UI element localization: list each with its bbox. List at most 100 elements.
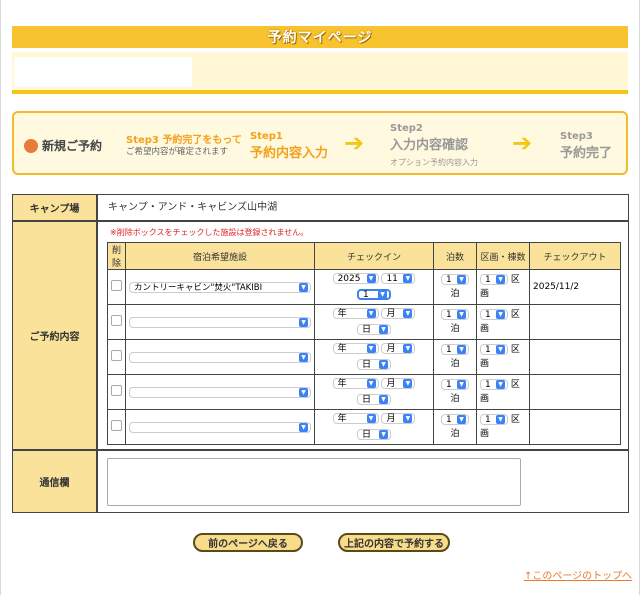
checkout-cell [529, 409, 621, 445]
facility-cell: ▼ [125, 339, 315, 375]
page-top-link[interactable]: ↑このページのトップへ [524, 567, 632, 582]
chevron-down-icon: ▼ [299, 422, 308, 432]
day-select[interactable]: 日 ▼ [357, 429, 391, 440]
step3-label: 予約完了 [560, 146, 613, 161]
step1: Step1 予約内容入力 [250, 131, 328, 161]
delete-checkbox[interactable] [111, 385, 122, 396]
day-select[interactable]: 1 ▼ [357, 289, 391, 300]
facility-select[interactable]: ▼ [129, 351, 311, 363]
year-select[interactable]: 年 ▼ [332, 308, 379, 319]
nights-select[interactable]: 1 ▼ [441, 344, 469, 355]
new-reservation-icon [24, 138, 38, 153]
units-value: 1 [485, 309, 491, 320]
units-value: 1 [485, 379, 491, 390]
nights-value: 1 [446, 344, 452, 355]
day-value: 日 [362, 394, 372, 405]
chevron-down-icon: ▼ [403, 274, 413, 283]
nights-select[interactable]: 1 ▼ [441, 379, 469, 390]
facility-select[interactable]: ▼ [129, 421, 311, 433]
step-indicator: 新規ご予約 Step3 予約完了をもって ご希望内容が確定されます Step1 … [12, 111, 628, 175]
units-cell: 1 ▼ 区画 [476, 339, 530, 375]
units-select[interactable]: 1 ▼ [480, 344, 508, 355]
year-select[interactable]: 年 ▼ [332, 343, 379, 354]
month-select[interactable]: 月 ▼ [381, 343, 416, 354]
chevron-down-icon: ▼ [496, 415, 505, 424]
col-checkout: チェックアウト [529, 242, 621, 270]
nights-select[interactable]: 1 ▼ [441, 274, 469, 285]
delete-cell [107, 269, 126, 305]
chevron-down-icon: ▼ [457, 345, 466, 354]
delete-cell [107, 339, 126, 375]
delete-checkbox[interactable] [111, 315, 122, 326]
table-row: ▼ 年 ▼ 月 ▼ 日 ▼ 1 ▼ 泊 1 ▼ 区画 [107, 374, 621, 410]
day-select[interactable]: 日 ▼ [357, 324, 391, 335]
checkin-cell: 2025 ▼ 11 ▼ 1 ▼ [314, 269, 434, 305]
nights-cell: 1 ▼ 泊 [433, 269, 477, 305]
chevron-down-icon: ▼ [379, 325, 388, 334]
header-blank-box [14, 57, 192, 87]
arrow-right-icon: ➔ [512, 129, 533, 157]
chevron-down-icon: ▼ [457, 380, 466, 389]
month-select[interactable]: 11 ▼ [381, 273, 416, 284]
message-textarea[interactable] [107, 458, 521, 506]
col-checkin: チェックイン [314, 242, 434, 270]
chevron-down-icon: ▼ [378, 290, 387, 299]
year-select[interactable]: 年 ▼ [332, 413, 379, 424]
month-select[interactable]: 月 ▼ [381, 413, 416, 424]
month-select[interactable]: 月 ▼ [381, 378, 416, 389]
month-value: 月 [386, 343, 396, 354]
delete-checkbox[interactable] [111, 350, 122, 361]
year-value: 年 [337, 378, 347, 389]
checkin-cell: 年 ▼ 月 ▼ 日 ▼ [314, 374, 434, 410]
year-value: 年 [337, 308, 347, 319]
table-header: 削除 宿泊希望施設 チェックイン 泊数 区画・棟数 チェックアウト [107, 242, 621, 270]
day-select[interactable]: 日 ▼ [357, 359, 391, 370]
facility-value: カントリーキャビン"焚火"TAKIBI [134, 283, 263, 293]
step1-label: 予約内容入力 [250, 146, 329, 161]
chevron-down-icon: ▼ [299, 282, 308, 292]
nights-value: 1 [446, 309, 452, 320]
header-divider [12, 90, 628, 94]
step-note-line2: ご希望内容が確定されます [126, 147, 229, 157]
chevron-down-icon: ▼ [496, 275, 505, 284]
units-select[interactable]: 1 ▼ [480, 414, 508, 425]
chevron-down-icon: ▼ [403, 379, 413, 388]
delete-checkbox[interactable] [111, 280, 122, 291]
facility-select[interactable]: カントリーキャビン"焚火"TAKIBI ▼ [129, 281, 311, 293]
page-title: 予約マイページ [267, 30, 373, 46]
back-button[interactable]: 前のページへ戻る [193, 533, 303, 552]
month-select[interactable]: 月 ▼ [381, 308, 416, 319]
year-select[interactable]: 年 ▼ [332, 378, 379, 389]
col-facility: 宿泊希望施設 [125, 242, 315, 270]
units-cell: 1 ▼ 区画 [476, 374, 530, 410]
reservation-table: 削除 宿泊希望施設 チェックイン 泊数 区画・棟数 チェックアウト カントリーキ… [107, 242, 621, 445]
facility-select[interactable]: ▼ [129, 316, 311, 328]
nights-select[interactable]: 1 ▼ [441, 414, 469, 425]
units-select[interactable]: 1 ▼ [480, 379, 508, 390]
year-select[interactable]: 2025 ▼ [332, 273, 379, 284]
checkin-cell: 年 ▼ 月 ▼ 日 ▼ [314, 304, 434, 340]
checkout-cell [529, 339, 621, 375]
chevron-down-icon: ▼ [457, 415, 466, 424]
facility-cell: ▼ [125, 409, 315, 445]
chevron-down-icon: ▼ [496, 345, 505, 354]
units-select[interactable]: 1 ▼ [480, 309, 508, 320]
chevron-down-icon: ▼ [379, 360, 388, 369]
submit-button[interactable]: 上記の内容で予約する [338, 533, 450, 552]
nights-select[interactable]: 1 ▼ [441, 309, 469, 320]
units-cell: 1 ▼ 区画 [476, 269, 530, 305]
day-select[interactable]: 日 ▼ [357, 394, 391, 405]
facility-select[interactable]: ▼ [129, 386, 311, 398]
nights-unit: 泊 [450, 289, 460, 299]
units-value: 1 [485, 344, 491, 355]
delete-checkbox[interactable] [111, 420, 122, 431]
chevron-down-icon: ▼ [299, 352, 308, 362]
step-note-line1: Step3 予約完了をもって [126, 135, 242, 146]
step3-number: Step3 [560, 131, 593, 142]
nights-unit: 泊 [450, 429, 460, 439]
chevron-down-icon: ▼ [403, 414, 413, 423]
units-select[interactable]: 1 ▼ [480, 274, 508, 285]
table-row: ▼ 年 ▼ 月 ▼ 日 ▼ 1 ▼ 泊 1 ▼ 区画 [107, 409, 621, 445]
day-value: 日 [362, 359, 372, 370]
facility-cell: ▼ [125, 304, 315, 340]
